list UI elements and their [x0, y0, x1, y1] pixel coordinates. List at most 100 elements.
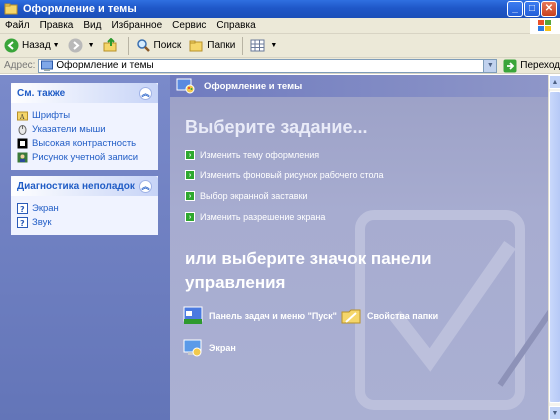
- svg-text:?: ?: [20, 205, 25, 214]
- views-dropdown-icon[interactable]: ▼: [270, 42, 277, 49]
- help-icon: ?: [17, 216, 28, 228]
- link-label: Указатели мыши: [32, 123, 106, 135]
- see-also-high-contrast-link[interactable]: Высокая контрастность: [17, 136, 152, 150]
- menu-edit[interactable]: Правка: [35, 20, 79, 31]
- task-arrow-icon: ›: [185, 212, 195, 222]
- task-label: Выбор экранной заставки: [200, 191, 308, 201]
- link-label: Звук: [32, 216, 52, 228]
- address-bar: Адрес: Оформление и темы ▼ Переход: [0, 58, 560, 74]
- fonts-folder-icon: A: [17, 110, 28, 121]
- task-screensaver[interactable]: › Выбор экранной заставки: [185, 189, 308, 203]
- contrast-icon: [17, 138, 28, 149]
- cp-item-label: Панель задач и меню "Пуск": [209, 311, 337, 321]
- display-icon: [183, 339, 202, 357]
- forward-button[interactable]: ▼: [64, 35, 99, 57]
- go-label: Переход: [520, 60, 560, 71]
- folders-button[interactable]: Папки: [185, 35, 239, 57]
- link-label: Высокая контрастность: [32, 137, 137, 149]
- vertical-scrollbar[interactable]: ▲ ▼: [548, 75, 560, 420]
- task-change-theme[interactable]: › Изменить тему оформления: [185, 148, 319, 162]
- windows-logo-icon: [530, 18, 560, 34]
- go-button[interactable]: Переход: [503, 59, 560, 73]
- close-button[interactable]: ✕: [541, 1, 557, 17]
- svg-text:A: A: [19, 114, 25, 121]
- see-also-account-picture-link[interactable]: Рисунок учетной записи: [17, 150, 152, 164]
- menu-tools[interactable]: Сервис: [167, 20, 211, 31]
- folders-label: Папки: [207, 40, 236, 51]
- task-label: Изменить тему оформления: [200, 150, 320, 160]
- address-value: Оформление и темы: [56, 60, 154, 71]
- go-arrow-icon: [503, 59, 517, 72]
- svg-text:?: ?: [20, 219, 25, 228]
- back-label: Назад: [22, 40, 51, 51]
- checkbox-watermark-icon: [355, 210, 548, 410]
- title-bar[interactable]: Оформление и темы _ □ ✕: [0, 0, 560, 18]
- folder-up-icon: [103, 38, 118, 53]
- see-also-fonts-link[interactable]: A Шрифты: [17, 108, 152, 122]
- link-label: Экран: [32, 202, 59, 214]
- address-label: Адрес:: [4, 60, 36, 71]
- folder-options-icon: [341, 309, 361, 324]
- back-arrow-icon: [4, 38, 19, 53]
- menu-file[interactable]: Файл: [0, 20, 35, 31]
- search-label: Поиск: [153, 40, 182, 51]
- collapse-chevron-icon[interactable]: ︽: [139, 179, 152, 193]
- see-also-panel: См. также ︽ A Шрифты Указатели мыши Высо…: [11, 83, 158, 170]
- mouse-icon: [17, 124, 28, 135]
- task-screen-resolution[interactable]: › Изменить разрешение экрана: [185, 210, 325, 224]
- main-content: Оформление и темы Выберите задание... › …: [170, 75, 548, 420]
- menu-view[interactable]: Вид: [78, 20, 106, 31]
- views-button[interactable]: ▼: [246, 35, 281, 57]
- window-title: Оформление и темы: [23, 3, 137, 15]
- scroll-up-icon[interactable]: ▲: [549, 75, 560, 89]
- cp-item-label: Экран: [209, 343, 236, 353]
- back-button[interactable]: Назад ▼: [0, 35, 64, 57]
- menu-bar: Файл Правка Вид Избранное Сервис Справка: [0, 18, 560, 34]
- cp-item-label: Свойства папки: [367, 311, 439, 321]
- display-icon-link[interactable]: Экран: [182, 337, 236, 359]
- minimize-button[interactable]: _: [507, 1, 523, 17]
- link-label: Рисунок учетной записи: [32, 151, 139, 163]
- toolbar-separator: [127, 36, 129, 55]
- scroll-down-icon[interactable]: ▼: [549, 406, 560, 420]
- forward-dropdown-icon[interactable]: ▼: [88, 42, 95, 49]
- task-change-wallpaper[interactable]: › Изменить фоновый рисунок рабочего стол…: [185, 168, 384, 182]
- link-label: Шрифты: [32, 109, 71, 121]
- troubleshoot-sound-link[interactable]: ? Звук: [17, 215, 152, 229]
- up-folder-button[interactable]: [99, 35, 125, 57]
- taskbar-start-menu-icon-link[interactable]: Панель задач и меню "Пуск": [182, 305, 337, 327]
- pick-task-heading: Выберите задание...: [185, 117, 368, 137]
- see-also-title: См. также: [17, 87, 66, 99]
- taskbar-icon: [183, 306, 203, 324]
- troubleshoot-display-link[interactable]: ? Экран: [17, 201, 152, 215]
- address-input[interactable]: Оформление и темы ▼: [38, 58, 498, 73]
- search-button[interactable]: Поиск: [132, 35, 186, 57]
- troubleshoot-header[interactable]: Диагностика неполадок ︽: [11, 176, 158, 196]
- see-also-mouse-pointers-link[interactable]: Указатели мыши: [17, 122, 152, 136]
- task-label: Изменить разрешение экрана: [200, 212, 326, 222]
- folder-icon: [4, 3, 18, 15]
- appearance-themes-icon: [176, 78, 195, 94]
- control-panel-icon: [41, 60, 54, 71]
- menu-help[interactable]: Справка: [211, 20, 260, 31]
- scroll-thumb[interactable]: [549, 91, 560, 403]
- category-header: Оформление и темы: [170, 75, 548, 97]
- forward-arrow-icon: [68, 38, 83, 53]
- address-dropdown-icon[interactable]: ▼: [483, 59, 497, 72]
- toolbar: Назад ▼ ▼ Поиск Папки ▼: [0, 34, 560, 58]
- views-grid-icon: [250, 38, 265, 53]
- collapse-chevron-icon[interactable]: ︽: [139, 86, 152, 100]
- help-icon: ?: [17, 202, 28, 214]
- maximize-button[interactable]: □: [524, 1, 540, 17]
- menu-favorites[interactable]: Избранное: [106, 20, 167, 31]
- back-dropdown-icon[interactable]: ▼: [53, 42, 60, 49]
- user-picture-icon: [17, 152, 28, 163]
- troubleshoot-panel: Диагностика неполадок ︽ ? Экран ? Звук: [11, 176, 158, 235]
- toolbar-separator: [242, 36, 244, 55]
- folder-options-icon-link[interactable]: Свойства папки: [340, 305, 438, 327]
- task-arrow-icon: ›: [185, 170, 195, 180]
- or-pick-icon-heading: или выберите значок панели управления: [185, 249, 432, 292]
- see-also-header[interactable]: См. также ︽: [11, 83, 158, 103]
- task-arrow-icon: ›: [185, 191, 195, 201]
- folders-icon: [189, 38, 204, 53]
